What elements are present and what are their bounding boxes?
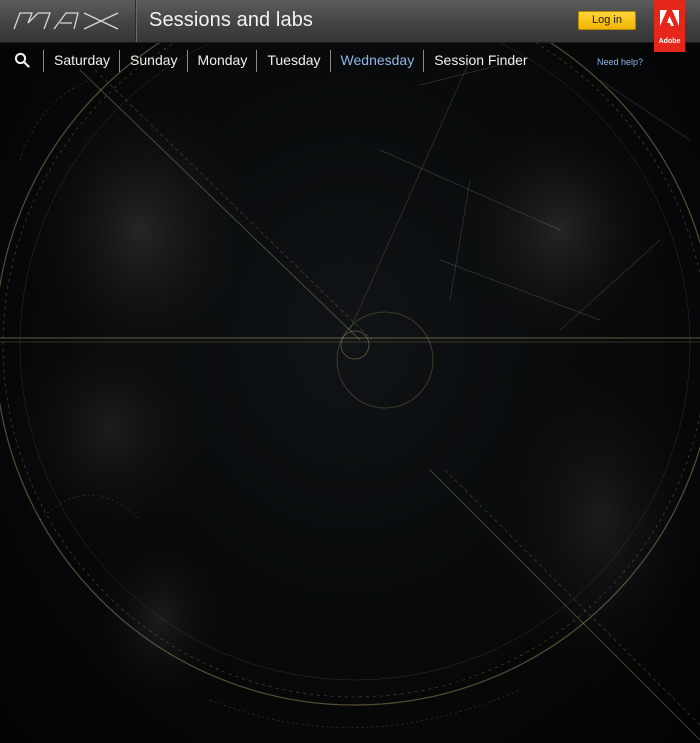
header-divider [135, 0, 136, 42]
max-logo[interactable] [10, 9, 126, 33]
tab-monday[interactable]: Monday [186, 50, 257, 72]
adobe-label: Adobe [658, 38, 681, 45]
dancer-left-figure [0, 80, 260, 710]
search-icon[interactable] [14, 52, 30, 68]
adobe-a-icon [660, 10, 679, 26]
tab-sunday[interactable]: Sunday [119, 50, 186, 72]
background-artwork [0, 0, 700, 741]
login-button[interactable]: Log in [578, 11, 636, 30]
tab-session-finder[interactable]: Session Finder [423, 50, 536, 72]
tab-tuesday[interactable]: Tuesday [256, 50, 329, 72]
need-help-link[interactable]: Need help? [597, 57, 643, 67]
page: Sessions and labs Log in Adobe Saturday … [0, 0, 700, 743]
adobe-logo[interactable]: Adobe [654, 0, 685, 52]
day-navigation: Saturday Sunday Monday Tuesday Wednesday… [0, 43, 700, 77]
page-title: Sessions and labs [149, 9, 314, 31]
dancer-right-figure [450, 110, 700, 690]
tab-saturday[interactable]: Saturday [43, 50, 119, 72]
top-header-bar: Sessions and labs Log in [0, 0, 700, 43]
tab-wednesday[interactable]: Wednesday [329, 50, 424, 72]
nav-tabs: Saturday Sunday Monday Tuesday Wednesday… [43, 50, 537, 72]
